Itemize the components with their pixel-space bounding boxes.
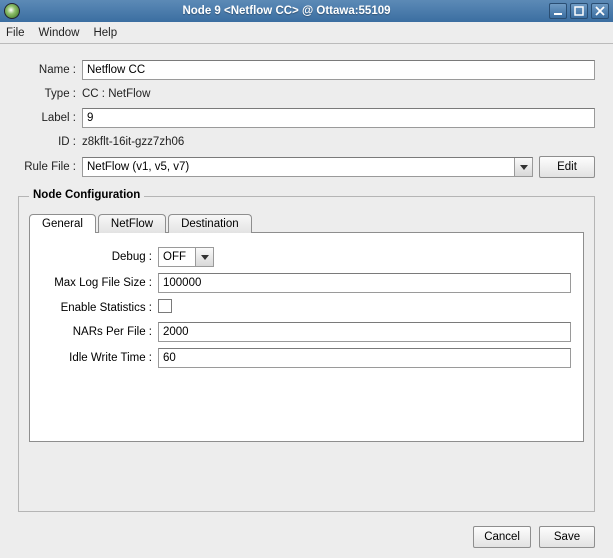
minimize-button[interactable] [549, 3, 567, 19]
fieldset-legend: Node Configuration [29, 189, 144, 201]
menu-help[interactable]: Help [93, 27, 117, 39]
label-label: Label : [18, 112, 76, 124]
stats-checkbox[interactable] [158, 299, 172, 313]
app-icon [4, 3, 20, 19]
idle-label: Idle Write Time : [42, 352, 152, 364]
tab-bar: General NetFlow Destination [29, 213, 584, 232]
menubar: File Window Help [0, 22, 613, 44]
menu-file[interactable]: File [6, 27, 25, 39]
name-label: Name : [18, 64, 76, 76]
name-input[interactable] [82, 60, 595, 80]
stats-label: Enable Statistics : [42, 302, 152, 314]
rulefile-select[interactable]: NetFlow (v1, v5, v7) [82, 157, 533, 177]
nars-input[interactable] [158, 322, 571, 342]
window-controls [549, 3, 609, 19]
chevron-down-icon [195, 248, 213, 266]
id-value: z8kflt-16it-gzz7zh06 [82, 134, 595, 150]
close-button[interactable] [591, 3, 609, 19]
type-label: Type : [18, 88, 76, 100]
debug-value: OFF [159, 248, 195, 266]
footer-buttons: Cancel Save [18, 526, 595, 548]
chevron-down-icon [514, 158, 532, 176]
menu-window[interactable]: Window [39, 27, 80, 39]
maxlog-label: Max Log File Size : [42, 277, 152, 289]
tab-netflow[interactable]: NetFlow [98, 214, 166, 233]
debug-label: Debug : [42, 251, 152, 263]
save-button[interactable]: Save [539, 526, 595, 548]
top-form: Name : Type : CC : NetFlow Label : ID : … [18, 60, 595, 178]
titlebar: Node 9 <Netflow CC> @ Ottawa:55109 [0, 0, 613, 22]
type-value: CC : NetFlow [82, 86, 595, 102]
debug-select[interactable]: OFF [158, 247, 214, 267]
tab-general[interactable]: General [29, 214, 96, 233]
main-panel: Name : Type : CC : NetFlow Label : ID : … [0, 44, 613, 558]
edit-button[interactable]: Edit [539, 156, 595, 178]
nars-label: NARs Per File : [42, 326, 152, 338]
label-input[interactable] [82, 108, 595, 128]
maximize-button[interactable] [570, 3, 588, 19]
tab-destination[interactable]: Destination [168, 214, 252, 233]
maxlog-input[interactable] [158, 273, 571, 293]
id-label: ID : [18, 136, 76, 148]
window-title: Node 9 <Netflow CC> @ Ottawa:55109 [24, 5, 549, 17]
tab-panel-general: Debug : OFF Max Log File Size : Enable S… [29, 232, 584, 442]
idle-input[interactable] [158, 348, 571, 368]
cancel-button[interactable]: Cancel [473, 526, 531, 548]
node-config-fieldset: Node Configuration General NetFlow Desti… [18, 196, 595, 512]
rulefile-value: NetFlow (v1, v5, v7) [83, 158, 514, 176]
rulefile-label: Rule File : [18, 161, 76, 173]
